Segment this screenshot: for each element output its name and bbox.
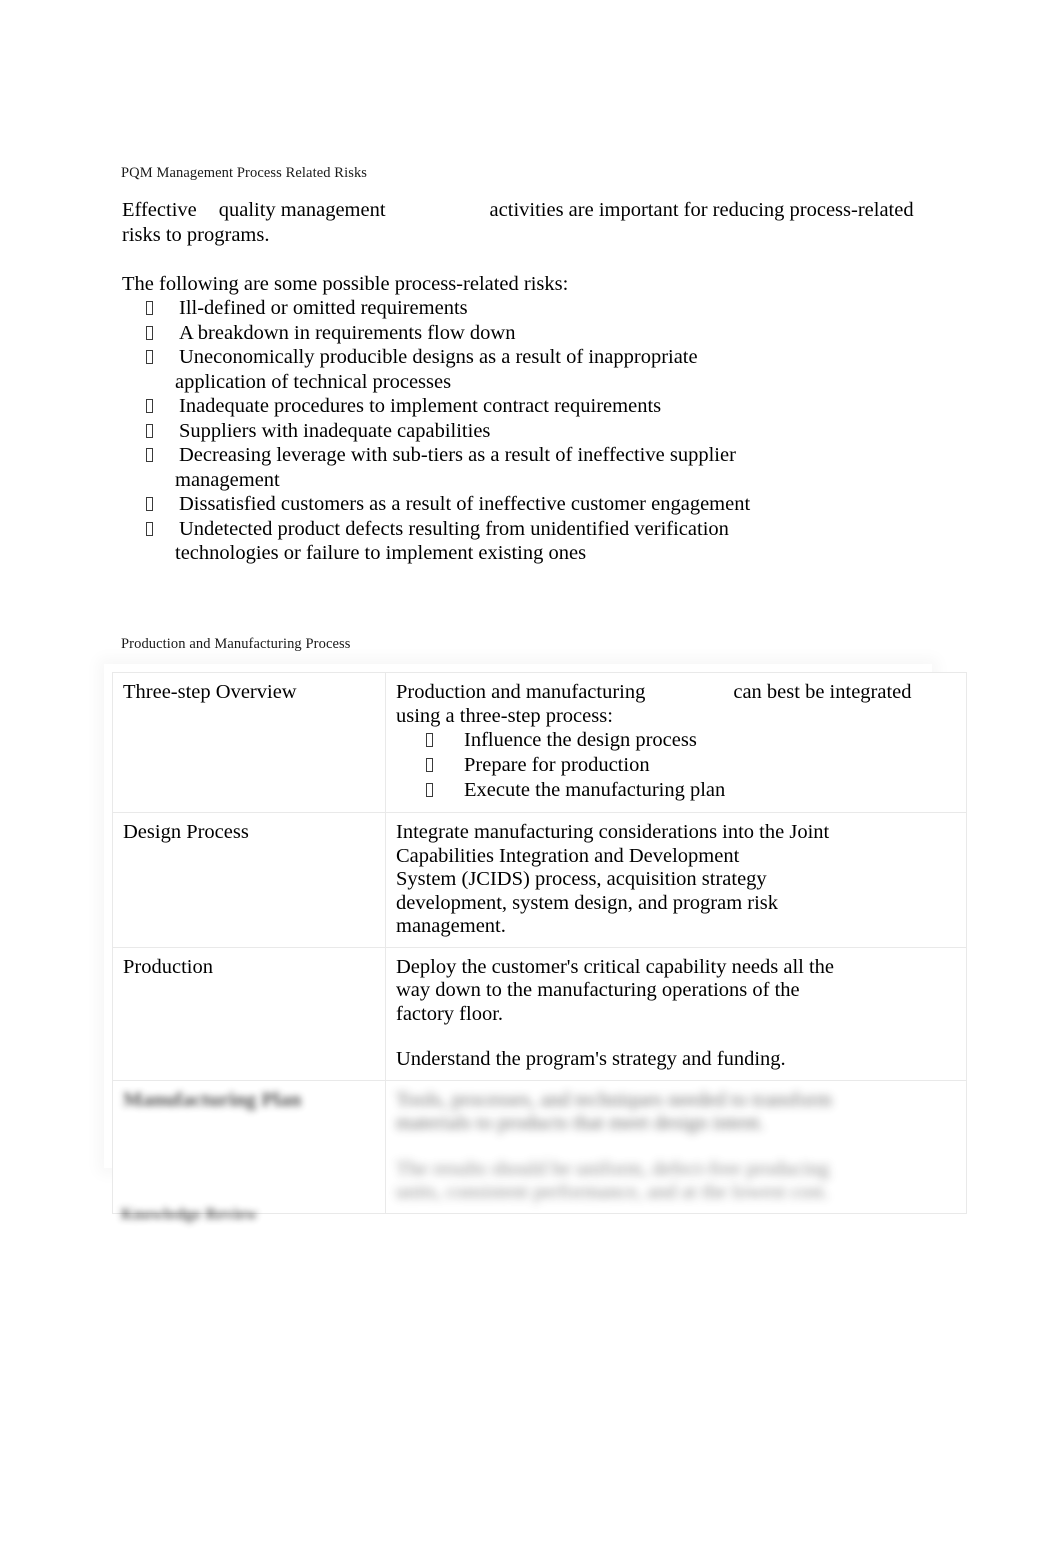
list-item: Inadequate procedures to implement contr… [122, 394, 912, 419]
row-label: Production [123, 955, 213, 978]
list-item-line-2: management [175, 468, 280, 491]
row-body-line: The results should be uniform, defect-fr… [396, 1157, 830, 1180]
list-item: Prepare for production [396, 753, 956, 778]
table-cell-body: Deploy the customer's critical capabilit… [385, 946, 967, 1081]
table-cell-body: Integrate manufacturing considerations i… [385, 812, 967, 948]
row-body-line: Capabilities Integration and Development [396, 844, 740, 867]
list-item-label: Influence the design process [464, 729, 697, 751]
row-body-spacer [396, 1136, 956, 1158]
bullet-tofu-icon [146, 497, 153, 511]
list-item-line-1: Ill-defined or omitted requirements [179, 297, 468, 319]
row-body-line: factory floor. [396, 1002, 504, 1025]
row-body-line: development, system design, and program … [396, 891, 779, 914]
list-item: Suppliers with inadequate capabilities [122, 419, 912, 444]
intro-part-1: Effective [122, 199, 197, 221]
bullet-tofu-icon [426, 758, 433, 772]
table-row: Three-step Overview Production and manuf… [112, 672, 967, 813]
row-label: Manufacturing Plan [123, 1088, 302, 1111]
list-item-line-1: Decreasing leverage with sub-tiers as a … [179, 444, 736, 466]
bullet-tofu-icon [426, 733, 433, 747]
list-item: Influence the design process [396, 728, 956, 753]
bullet-tofu-icon [146, 325, 153, 340]
bullet-tofu-icon [146, 350, 153, 364]
list-item-line-2: application of technical processes [175, 370, 452, 393]
row-body-spacer [396, 1026, 956, 1048]
row-body-line: Deploy the customer's critical capabilit… [396, 955, 835, 978]
list-item-line-1: Undetected product defects resulting fro… [179, 517, 729, 540]
list-item: Dissatisfied customers as a result of in… [122, 492, 912, 517]
three-step-list: Influence the design process Prepare for… [396, 728, 956, 803]
list-item: A breakdown in requirements flow down [122, 321, 912, 346]
section-heading: PQM Management Process Related Risks [121, 165, 368, 181]
list-item: Decreasing leverage with sub-tiers as a … [122, 443, 912, 492]
bullet-tofu-icon [146, 399, 153, 413]
row-body-line: units, consistent performance, and at th… [396, 1181, 829, 1203]
table-row: Design Process Integrate manufacturing c… [112, 812, 967, 948]
row-body-line: Tools, processes, and techniques needed … [396, 1088, 832, 1111]
list-item-line-1: Inadequate procedures to implement contr… [179, 395, 662, 417]
table-row: Production Deploy the customer's critica… [112, 946, 967, 1081]
row-body-line: System (JCIDS) process, acquisition stra… [396, 868, 767, 890]
list-item-line-2: technologies or failure to implement exi… [175, 542, 587, 564]
table-cell-label: Three-step Overview [112, 672, 386, 813]
list-item-line-1: Uneconomically producible designs as a r… [179, 346, 698, 368]
list-item-label: Execute the manufacturing plan [464, 779, 726, 801]
process-table: Three-step Overview Production and manuf… [112, 672, 967, 1214]
list-item-label: Prepare for production [464, 754, 650, 776]
row-body-line: management. [396, 915, 506, 937]
bullet-tofu-icon [146, 301, 153, 315]
table-cell-label: Production [112, 946, 386, 1081]
row-body-part-1: Production and manufacturing [396, 681, 646, 703]
table-cell-label: Design Process [112, 812, 386, 948]
row-label: Design Process [123, 821, 249, 843]
list-item: Uneconomically producible designs as a r… [122, 345, 912, 394]
table-cell-body: Tools, processes, and techniques needed … [385, 1079, 967, 1214]
list-item-line-1: A breakdown in requirements flow down [179, 321, 516, 344]
document-page: PQM Management Process Related Risks Eff… [0, 0, 1062, 1561]
list-item-line-1: Suppliers with inadequate capabilities [179, 419, 491, 442]
row-body-extra: Understand the program's strategy and fu… [396, 1048, 786, 1070]
footer-heading: Knowledge Review [121, 1206, 258, 1223]
row-body-line: Integrate manufacturing considerations i… [396, 821, 830, 843]
list-item-line-1: Dissatisfied customers as a result of in… [179, 493, 751, 515]
table-heading: Production and Manufacturing Process [121, 636, 351, 652]
table-cell-label: Manufacturing Plan [112, 1079, 386, 1214]
intro-part-2: quality management [218, 199, 386, 221]
risks-lead-in: The following are some possible process-… [122, 273, 569, 295]
table-cell-body: Production and manufacturing can best be … [385, 672, 967, 813]
bullet-tofu-icon [426, 783, 433, 797]
row-label: Three-step Overview [123, 681, 297, 703]
intro-paragraph: Effective quality management activities ar… [122, 198, 922, 247]
list-item: Undetected product defects resulting fro… [122, 517, 912, 566]
list-item: Execute the manufacturing plan [396, 778, 956, 803]
risks-list: Ill-defined or omitted requirements A br… [122, 296, 912, 566]
list-item: Ill-defined or omitted requirements [122, 296, 912, 321]
process-table-wrapper: Three-step Overview Production and manuf… [112, 672, 967, 1214]
table-row: Manufacturing Plan Tools, processes, and… [112, 1079, 967, 1214]
bullet-tofu-icon [146, 521, 153, 536]
row-body-line: way down to the manufacturing operations… [396, 979, 800, 1001]
bullet-tofu-icon [146, 423, 153, 438]
row-body-line: materials to products that meet design i… [396, 1112, 765, 1134]
bullet-tofu-icon [146, 448, 153, 462]
